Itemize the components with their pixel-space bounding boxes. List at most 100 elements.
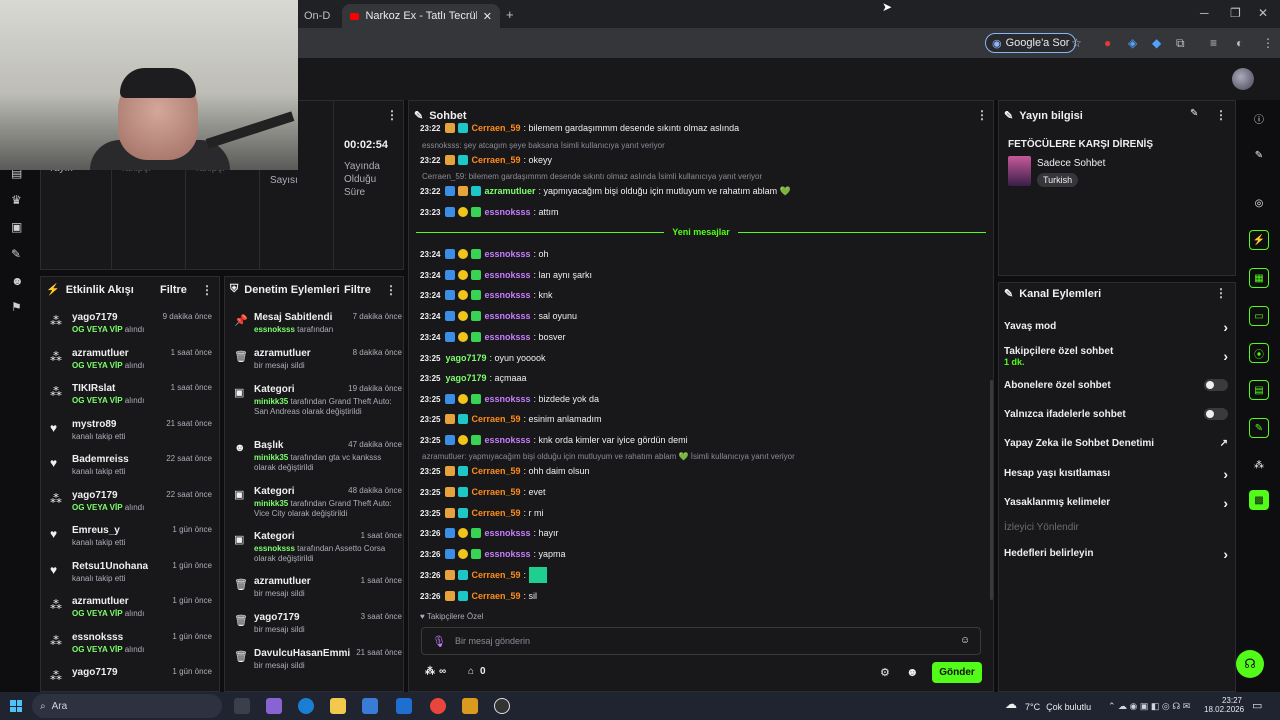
channel-action-item[interactable]: Yapay Zeka ile Sohbet Denetimi ↗ (1004, 438, 1228, 449)
list-item[interactable]: ⁂ essnoksss 1 gün önce OG VEYA VİP alındı (48, 632, 216, 666)
activity-filter-button[interactable]: Filtre (160, 284, 187, 296)
activity-user[interactable]: Bademreiss (72, 454, 129, 465)
list-item[interactable]: ⁂ azramutluer 1 gün önce OG VEYA VİP alındı (48, 596, 216, 630)
emote-icon[interactable] (529, 567, 548, 583)
chat-username[interactable]: essnoksss (484, 207, 530, 217)
list-item[interactable]: ⁂ azramutluer 1 saat önce OG VEYA VİP alınd… (48, 348, 216, 382)
user-badge-icon[interactable] (471, 311, 482, 321)
user-badge-icon[interactable] (445, 311, 456, 321)
chat-message[interactable]: 23:25 Cerraen_59: esinim anlamadım (420, 411, 602, 427)
copilot-icon[interactable] (266, 698, 282, 714)
clock[interactable]: 23:27 18.02.2026 (1204, 696, 1244, 714)
user-badge-icon[interactable] (458, 270, 469, 280)
user-badge-icon[interactable] (458, 549, 469, 559)
broadcast-icon[interactable]: ⦿ (1249, 343, 1269, 363)
emote-picker-icon[interactable]: ☻ (906, 665, 919, 679)
user-badge-icon[interactable] (458, 528, 469, 538)
chat-username[interactable]: Cerraen_59 (471, 123, 520, 133)
activity-user[interactable]: essnoksss (72, 632, 123, 643)
activity-user[interactable]: azramutluer (72, 596, 129, 607)
user-badge-icon[interactable] (458, 186, 469, 196)
chat-username[interactable]: essnoksss (484, 549, 530, 559)
wrench-icon[interactable]: ✎ (1249, 418, 1269, 438)
minimize-icon[interactable]: ─ (1200, 6, 1209, 20)
points-icon[interactable]: ⁂ (1249, 455, 1269, 475)
user-badge-icon[interactable] (445, 394, 456, 404)
edge-icon[interactable] (298, 698, 314, 714)
user-badge-icon[interactable] (445, 332, 456, 342)
file-explorer-icon[interactable] (330, 698, 346, 714)
creator-camp-icon[interactable]: ⚑ (11, 300, 22, 314)
user-badge-icon[interactable] (458, 311, 469, 321)
close-window-icon[interactable]: ✕ (1258, 6, 1268, 20)
user-badge-icon[interactable] (471, 435, 482, 445)
chat-message[interactable]: 23:25 yago7179: oyun yooook (420, 350, 546, 366)
outlook-icon[interactable] (396, 698, 412, 714)
channel-action-item[interactable]: Yasaklanmış kelimeler › (1004, 495, 1228, 511)
reply-context[interactable]: Cerraen_59: bilemem gardaşımmm desende s… (422, 172, 762, 181)
user-badge-icon[interactable] (458, 591, 469, 601)
channel-action-item[interactable]: Hedefleri belirleyin › (1004, 546, 1228, 562)
chevron-right-icon[interactable]: › (1223, 495, 1228, 511)
list-item[interactable]: ⁂ yago7179 9 dakika önce OG VEYA VİP alındı (48, 312, 216, 346)
user-badge-icon[interactable] (445, 570, 456, 580)
mod-more-icon[interactable]: ⋮ (385, 283, 397, 297)
menu-icon[interactable]: ⋮ (1262, 36, 1274, 50)
user-badge-icon[interactable] (445, 270, 456, 280)
chat-username[interactable]: yago7179 (445, 373, 486, 383)
mod-actor[interactable]: minikk35 (254, 397, 288, 406)
chat-more-icon[interactable]: ⋮ (976, 108, 988, 122)
chat-username[interactable]: Cerraen_59 (471, 591, 520, 601)
store-icon[interactable] (362, 698, 378, 714)
user-badge-icon[interactable] (445, 487, 456, 497)
user-badge-icon[interactable] (458, 249, 469, 259)
clapper-icon[interactable]: ▩ (1249, 490, 1269, 510)
reply-context[interactable]: azramutluer: yapmıyacağım bişi olduğu iç… (422, 452, 795, 461)
chrome-icon[interactable] (430, 698, 446, 714)
weather-widget[interactable]: 7°C Çok bulutlu (1025, 702, 1091, 712)
chat-message[interactable]: 23:24 essnoksss: sal oyunu (420, 308, 577, 324)
user-badge-icon[interactable] (458, 435, 469, 445)
activity-user[interactable]: azramutluer (72, 348, 129, 359)
list-item[interactable]: ♥ Retsu1Unohana 1 gün önce kanalı takip ett… (48, 561, 216, 595)
channel-action-item[interactable]: Takipçilere özel sohbet 1 dk. › (1004, 346, 1228, 367)
user-badge-icon[interactable] (445, 549, 456, 559)
user-badge-icon[interactable] (458, 207, 469, 217)
activity-user[interactable]: mystro89 (72, 419, 116, 430)
chat-username[interactable]: essnoksss (484, 249, 530, 259)
activity-user[interactable]: yago7179 (72, 667, 118, 678)
audio-app-icon[interactable] (462, 698, 478, 714)
chevron-right-icon[interactable]: › (1223, 348, 1228, 364)
user-badge-icon[interactable] (471, 332, 482, 342)
note-icon[interactable]: ▦ (1249, 268, 1269, 288)
channel-points[interactable]: ⁂ ∞ (425, 666, 446, 677)
obs-icon[interactable] (494, 698, 510, 714)
user-badge-icon[interactable] (458, 487, 469, 497)
chat-scrollbar[interactable] (990, 380, 993, 600)
chevron-right-icon[interactable]: › (1223, 319, 1228, 335)
avatar[interactable] (1232, 68, 1254, 90)
chat-username[interactable]: Cerraen_59 (471, 508, 520, 518)
chat-settings-icon[interactable]: ⚙ (880, 666, 890, 679)
browser-tab[interactable]: On-D (296, 4, 340, 28)
user-badge-icon[interactable] (471, 249, 482, 259)
chat-message[interactable]: 23:25 yago7179: açmaaa (420, 370, 527, 386)
external-link-icon[interactable]: ↗ (1220, 438, 1228, 449)
list-item[interactable]: ⁂ TIKIRslat 1 saat önce OG VEYA VİP alındı (48, 383, 216, 417)
chat-username[interactable]: essnoksss (484, 311, 530, 321)
chat-message[interactable]: 23:22 azramutluer: yapmıyacağım bişi oldu… (420, 183, 791, 199)
user-badge-icon[interactable] (445, 207, 456, 217)
user-badge-icon[interactable] (445, 155, 456, 165)
chat-message[interactable]: 23:22 Cerraen_59: bilemem gardaşımmm dese… (420, 120, 739, 136)
mod-actor[interactable]: essnoksss (254, 325, 295, 334)
channel-action-item[interactable]: İzleyici Yönlendir (1004, 522, 1228, 533)
extension-icon[interactable]: ◈ (1128, 36, 1137, 50)
chat-message[interactable]: 23:25 Cerraen_59: evet (420, 484, 546, 500)
emoji-icon[interactable]: ☺ (960, 635, 970, 646)
trophy-icon[interactable]: ♛ (11, 193, 22, 207)
user-badge-icon[interactable] (458, 332, 469, 342)
new-tab-button[interactable]: + (506, 7, 514, 22)
list-item[interactable]: ⁂ yago7179 22 saat önce OG VEYA VİP alındı (48, 490, 216, 524)
channel-action-item[interactable]: Abonelere özel sohbet (1004, 379, 1228, 391)
user-badge-icon[interactable] (445, 508, 456, 518)
